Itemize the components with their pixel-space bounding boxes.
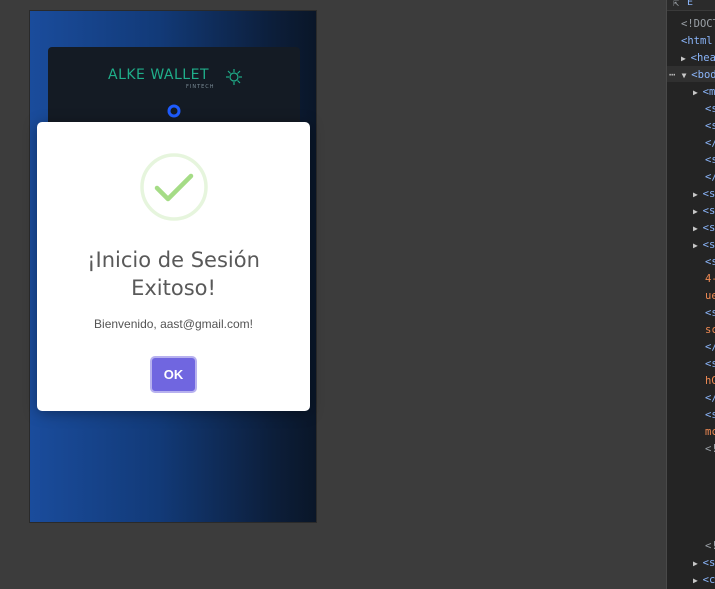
inspect-cursor-icon[interactable]: ⇱ <box>673 0 679 9</box>
expand-triangle-icon[interactable]: ▶ <box>681 54 691 63</box>
dom-tree-text: <s <box>705 256 715 268</box>
dom-tree-line[interactable]: </ <box>705 390 715 406</box>
dom-tree-text: <s <box>702 557 715 569</box>
dom-tree-text: </ <box>705 137 715 149</box>
dom-tree-text: <s <box>705 103 715 115</box>
more-options-icon[interactable]: ⋯ <box>669 69 682 81</box>
dom-tree-line[interactable]: mc <box>705 424 715 440</box>
dom-tree-text: <c <box>702 574 715 586</box>
dom-tree-text: <s <box>702 222 715 234</box>
dom-tree-line[interactable]: <!DOCT <box>681 16 715 32</box>
dom-tree-text: <! <box>705 540 715 552</box>
checkmark-success-icon <box>140 153 208 221</box>
dom-tree-line[interactable]: </ <box>705 169 715 185</box>
collapse-triangle-icon[interactable]: ▼ <box>682 71 692 80</box>
dom-tree-text: <! <box>705 443 715 455</box>
expand-triangle-icon[interactable]: ▶ <box>693 190 703 199</box>
dom-tree-text: <s <box>705 120 715 132</box>
app-logo: ALKE WALLET FINTECH <box>108 67 258 93</box>
dom-tree-text: <m <box>702 86 715 98</box>
dom-tree-text: </ <box>705 341 715 353</box>
dom-tree-line[interactable]: ▶ <s <box>693 203 715 219</box>
expand-triangle-icon[interactable]: ▶ <box>693 207 703 216</box>
dom-tree-line[interactable]: <html <box>681 33 713 49</box>
dom-tree-text: <s <box>702 205 715 217</box>
dom-tree-text: ue <box>705 290 715 302</box>
dom-tree-line[interactable]: ue <box>705 288 715 304</box>
dom-tree-line[interactable]: <s <box>705 254 715 270</box>
dom-tree-line[interactable]: <! <box>705 441 715 457</box>
dom-tree-line[interactable]: <! <box>705 538 715 554</box>
logo-subtitle: FINTECH <box>186 84 215 90</box>
dom-tree-line[interactable]: <s <box>705 118 715 134</box>
dom-tree-line[interactable]: ⋯ ▼ <bod <box>669 67 715 83</box>
dom-tree-text: <bod <box>691 69 715 81</box>
dom-tree-text: </ <box>705 392 715 404</box>
dom-tree-text: <s <box>705 409 715 421</box>
dom-tree-text: mc <box>705 426 715 438</box>
dom-tree-line[interactable]: </ <box>705 135 715 151</box>
dom-tree-text: <s <box>702 188 715 200</box>
dom-tree-text: sc <box>705 324 715 336</box>
logo-gear-icon <box>226 69 242 85</box>
expand-triangle-icon[interactable]: ▶ <box>693 241 703 250</box>
expand-triangle-icon[interactable]: ▶ <box>693 576 703 585</box>
logo-text: ALKE WALLET <box>108 67 210 83</box>
dom-tree-line[interactable]: ▶ <s <box>693 186 715 202</box>
dom-tree-text: <!DOCT <box>681 18 715 30</box>
dom-tree-text: hG <box>705 375 715 387</box>
dom-tree-text: <html <box>681 35 713 47</box>
dom-tree-line[interactable]: <s <box>705 407 715 423</box>
dom-tree-line[interactable]: <s <box>705 152 715 168</box>
dom-tree-line[interactable]: ▶ <s <box>693 555 715 571</box>
expand-triangle-icon[interactable]: ▶ <box>693 224 703 233</box>
dom-tree-line[interactable]: ▶ <m <box>693 84 715 100</box>
dom-tree-line[interactable]: <s <box>705 356 715 372</box>
dom-tree-line[interactable]: ▶ <s <box>693 220 715 236</box>
login-success-dialog: ¡Inicio de Sesión Exitoso! Bienvenido, a… <box>37 122 310 411</box>
dom-tree-text: <s <box>705 154 715 166</box>
dom-tree-line[interactable]: </ <box>705 339 715 355</box>
expand-triangle-icon[interactable]: ▶ <box>693 559 703 568</box>
dom-tree-line[interactable]: ▶ <s <box>693 237 715 253</box>
dom-tree-text: </ <box>705 171 715 183</box>
dom-tree-line[interactable]: <s <box>705 101 715 117</box>
dom-tree-text: <s <box>705 307 715 319</box>
dom-tree-text: 4- <box>705 273 715 285</box>
expand-triangle-icon[interactable]: ▶ <box>693 88 703 97</box>
dialog-message: Bienvenido, aast@gmail.com! <box>94 317 253 331</box>
dom-tree-line[interactable]: hG <box>705 373 715 389</box>
devtools-panel: ⇱ E <!DOCT<html▶ <hea⋯ ▼ <bod▶ <m<s<s</<… <box>666 0 715 589</box>
ok-button[interactable]: OK <box>150 356 197 393</box>
dom-tree-text: <s <box>705 358 715 370</box>
dom-tree-text: <hea <box>690 52 715 64</box>
dom-tree-line[interactable]: sc <box>705 322 715 338</box>
dom-tree-line[interactable]: 4- <box>705 271 715 287</box>
dom-tree-line[interactable]: ▶ <hea <box>681 50 715 66</box>
dom-tree-line[interactable]: ▶ <c <box>693 572 715 588</box>
dialog-title: ¡Inicio de Sesión Exitoso! <box>87 248 260 300</box>
devtools-toolbar: ⇱ E <box>667 0 715 11</box>
dom-tree-text: <s <box>702 239 715 251</box>
devtools-toolbar-text[interactable]: E <box>687 0 693 8</box>
dom-tree-line[interactable]: <s <box>705 305 715 321</box>
